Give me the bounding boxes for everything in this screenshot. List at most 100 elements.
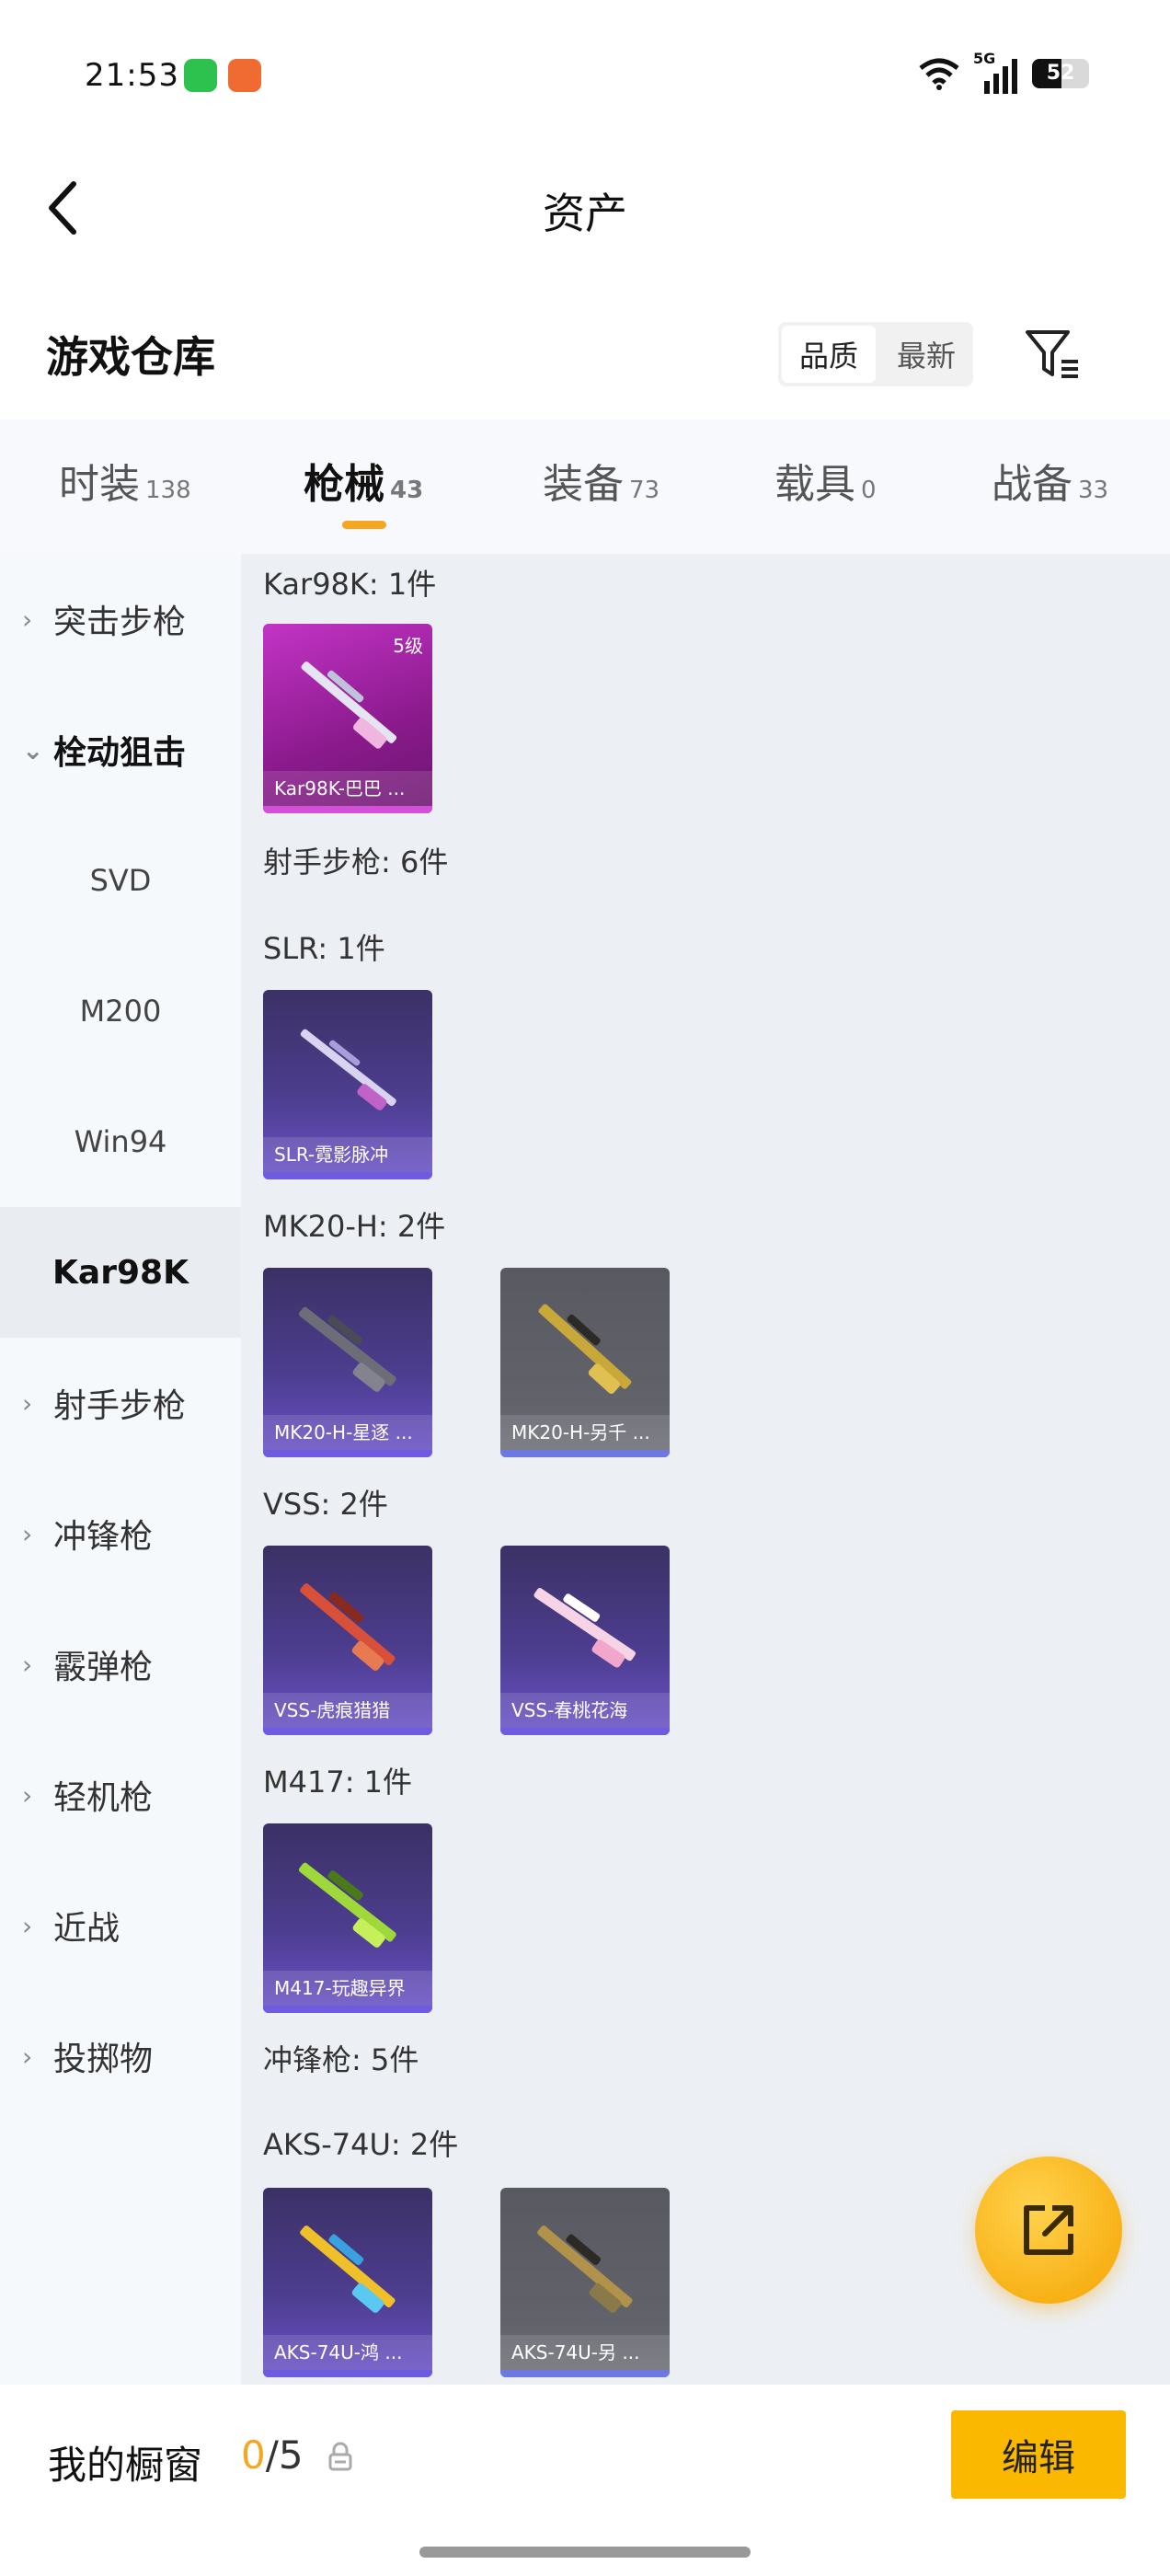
section-label: 射手步枪: 6件 bbox=[263, 845, 449, 880]
item-name: AKS-74U-另 ... bbox=[500, 2335, 670, 2370]
sidebar-item-kar98k[interactable]: Kar98K bbox=[0, 1207, 241, 1338]
chevron-right-icon: › bbox=[22, 2041, 33, 2072]
section-label: MK20-H: 2件 bbox=[263, 1209, 446, 1244]
showcase-current: 0 bbox=[241, 2432, 266, 2478]
network-label: 5G bbox=[973, 50, 996, 67]
item-name: MK20-H-另千 ... bbox=[500, 1415, 670, 1450]
sidebar-item-throwables[interactable]: › 投掷物 bbox=[0, 1991, 241, 2122]
tab-label: 枪械 bbox=[304, 461, 384, 508]
status-time: 21:53 bbox=[85, 57, 179, 94]
app-notification-icon bbox=[228, 59, 261, 92]
item-card[interactable]: MK20-H-星逐 ... bbox=[263, 1268, 432, 1457]
sidebar-item-shotgun[interactable]: › 霰弹枪 bbox=[0, 1599, 241, 1730]
item-card[interactable]: VSS-春桃花海 bbox=[500, 1546, 670, 1735]
rifle-icon bbox=[533, 1588, 636, 1668]
section-label: SLR: 1件 bbox=[263, 931, 385, 966]
section-label: AKS-74U: 2件 bbox=[263, 2127, 459, 2162]
rifle-icon bbox=[300, 1029, 396, 1110]
sidebar-item-label: 射手步枪 bbox=[53, 1387, 187, 1425]
tab-vehicles[interactable]: 载具 0 bbox=[774, 451, 877, 510]
tab-count: 33 bbox=[1078, 477, 1109, 504]
rarity-bar bbox=[263, 1172, 432, 1179]
item-name: MK20-H-星逐 ... bbox=[263, 1415, 432, 1450]
chevron-right-icon: › bbox=[22, 1779, 33, 1811]
rarity-bar bbox=[263, 806, 432, 813]
rarity-bar bbox=[500, 2370, 670, 2377]
sniper-rifle-icon bbox=[301, 661, 397, 749]
share-button[interactable] bbox=[975, 2156, 1122, 2304]
sidebar-item-lmg[interactable]: › 轻机枪 bbox=[0, 1730, 241, 1860]
sort-quality-button[interactable]: 品质 bbox=[782, 326, 876, 383]
cellular-signal-icon: 5G bbox=[973, 50, 1019, 94]
item-grid: Kar98K: 1件 5级 Kar98K-巴巴 ... 射手步枪: 6件 SLR… bbox=[241, 554, 1170, 2385]
showcase-label: 我的橱窗 bbox=[48, 2443, 203, 2488]
wifi-icon bbox=[919, 58, 959, 90]
rarity-bar bbox=[263, 1450, 432, 1457]
tab-equipment[interactable]: 装备 73 bbox=[543, 451, 660, 510]
item-card[interactable]: AKS-74U-另 ... bbox=[500, 2188, 670, 2377]
sidebar-item-marksman-rifle[interactable]: › 射手步枪 bbox=[0, 1338, 241, 1468]
sidebar-item-smg[interactable]: › 冲锋枪 bbox=[0, 1468, 241, 1599]
rifle-icon bbox=[538, 1304, 632, 1394]
rifle-icon bbox=[298, 1306, 396, 1392]
tab-firearms[interactable]: 枪械 43 bbox=[304, 451, 423, 510]
rifle-icon bbox=[298, 1862, 396, 1948]
item-card[interactable]: 5级 Kar98K-巴巴 ... bbox=[263, 624, 432, 813]
tab-fashion[interactable]: 时装 138 bbox=[59, 451, 191, 510]
item-name: M417-玩趣异界 bbox=[263, 1971, 432, 2006]
home-indicator bbox=[419, 2547, 751, 2558]
rarity-bar bbox=[500, 1728, 670, 1735]
chevron-down-icon: ⌄ bbox=[22, 734, 44, 765]
section-label: 冲锋枪: 5件 bbox=[263, 2042, 419, 2077]
active-tab-indicator bbox=[342, 521, 386, 529]
battery-level: 52 bbox=[1046, 62, 1075, 85]
sidebar-item-label: 冲锋枪 bbox=[53, 1518, 154, 1556]
item-card[interactable]: SLR-霓影脉冲 bbox=[263, 990, 432, 1179]
section-label: VSS: 2件 bbox=[263, 1487, 388, 1522]
lock-icon bbox=[328, 2442, 352, 2471]
rarity-bar bbox=[263, 1728, 432, 1735]
item-name: Kar98K-巴巴 ... bbox=[263, 771, 432, 806]
category-sidebar: › 突击步枪 ⌄ 栓动狙击 SVD M200 Win94 Kar98K › 射手步枪 … bbox=[0, 554, 241, 2385]
item-name: AKS-74U-鸿 ... bbox=[263, 2335, 432, 2370]
sidebar-item-label: 近战 bbox=[53, 1910, 120, 1948]
tab-count: 138 bbox=[145, 477, 191, 504]
filter-button[interactable] bbox=[1017, 318, 1089, 390]
rarity-bar bbox=[500, 1450, 670, 1457]
chevron-right-icon: › bbox=[22, 1649, 33, 1680]
sidebar-item-win94[interactable]: Win94 bbox=[0, 1076, 241, 1207]
rifle-icon bbox=[537, 2225, 633, 2313]
sidebar-item-assault-rifle[interactable]: › 突击步枪 bbox=[0, 554, 241, 684]
edit-button[interactable]: 编辑 bbox=[951, 2410, 1126, 2499]
rarity-bar bbox=[263, 2006, 432, 2013]
battery-icon: 52 bbox=[1032, 59, 1089, 88]
status-indicators: 5G 52 bbox=[918, 50, 1089, 96]
sidebar-item-label: 轻机枪 bbox=[53, 1779, 154, 1817]
chevron-right-icon: › bbox=[22, 1910, 33, 1941]
sort-toggle: 品质 最新 bbox=[778, 322, 973, 386]
sidebar-item-label: 栓动狙击 bbox=[53, 734, 187, 772]
chevron-right-icon: › bbox=[22, 604, 33, 635]
sidebar-item-m200[interactable]: M200 bbox=[0, 946, 241, 1076]
sidebar-item-svd[interactable]: SVD bbox=[0, 815, 241, 946]
item-name: VSS-春桃花海 bbox=[500, 1693, 670, 1728]
item-card[interactable]: VSS-虎痕猎猎 bbox=[263, 1546, 432, 1735]
tab-count: 0 bbox=[861, 477, 877, 504]
item-card[interactable]: AKS-74U-鸿 ... bbox=[263, 2188, 432, 2377]
sort-newest-button[interactable]: 最新 bbox=[879, 322, 973, 386]
tab-combat-gear[interactable]: 战备 33 bbox=[992, 451, 1108, 510]
chevron-right-icon: › bbox=[22, 1518, 33, 1549]
tab-count: 73 bbox=[629, 477, 660, 504]
sidebar-item-label: 霰弹枪 bbox=[53, 1649, 154, 1686]
sidebar-item-label: 突击步枪 bbox=[53, 604, 187, 641]
item-card[interactable]: M417-玩趣异界 bbox=[263, 1823, 432, 2013]
rifle-icon bbox=[300, 1583, 396, 1671]
wechat-icon bbox=[184, 59, 217, 92]
rarity-bar bbox=[263, 2370, 432, 2377]
filter-icon bbox=[1026, 330, 1078, 378]
sidebar-item-melee[interactable]: › 近战 bbox=[0, 1860, 241, 1991]
item-name: VSS-虎痕猎猎 bbox=[263, 1693, 432, 1728]
sidebar-item-bolt-action-sniper[interactable]: ⌄ 栓动狙击 bbox=[0, 684, 241, 815]
sidebar-item-label: 投掷物 bbox=[53, 2041, 154, 2078]
item-card[interactable]: MK20-H-另千 ... bbox=[500, 1268, 670, 1457]
